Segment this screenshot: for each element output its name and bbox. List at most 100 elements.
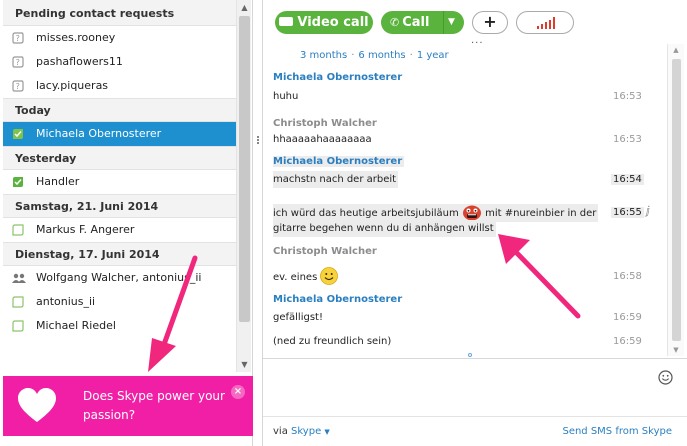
group-header-today: Today — [3, 98, 236, 122]
message-text: huhu — [273, 91, 299, 102]
online-status-icon — [12, 176, 24, 188]
chevron-down-icon: ▼ — [324, 428, 330, 436]
conversation-pane: Video call ✆ Call ▼ + ... 3 months · 6 mont… — [262, 0, 687, 446]
message-text: ev. eines — [273, 267, 339, 286]
chevron-down-icon[interactable]: ▼ — [448, 11, 455, 34]
offline-status-icon — [12, 296, 24, 308]
message-text: gefälligst! — [273, 312, 323, 323]
contact-name: pashaflowers11 — [36, 55, 123, 68]
via-prefix: via — [273, 426, 288, 437]
group-header-17-juni: Dienstag, 17. Juni 2014 — [3, 242, 236, 266]
scroll-down-arrow-icon[interactable]: ▼ — [668, 346, 684, 354]
message-sender: Michaela Obernosterer — [273, 294, 403, 305]
message-text-part: ev. eines — [273, 272, 318, 283]
message-text: (ned zu freundlich sein) — [273, 336, 392, 347]
call-toolbar: Video call ✆ Call ▼ + ... — [263, 0, 687, 46]
message-text-part: ich würd das heutige arbeitsjubiläum — [273, 208, 459, 219]
message-list: Michaela Obernosterer huhu 16:53 Christo… — [263, 68, 667, 357]
scrollbar-thumb[interactable] — [239, 16, 250, 322]
message-compose-area — [263, 358, 687, 416]
message-time: 16:59 — [613, 312, 642, 323]
contact-item-misses-rooney[interactable]: ? misses.rooney — [3, 26, 236, 50]
message-sender: Michaela Obernosterer — [273, 72, 403, 83]
contact-item-antonius-ii[interactable]: antonius_ii — [3, 290, 236, 314]
message-text: machstn nach der arbeit — [273, 171, 399, 188]
contact-item-handler[interactable]: Handler — [3, 170, 236, 194]
svg-text:?: ? — [16, 58, 20, 67]
contact-name: Michael Riedel — [36, 319, 116, 332]
close-icon[interactable]: × — [231, 385, 245, 399]
call-button[interactable]: ✆ Call ▼ — [381, 11, 464, 34]
contact-item-michael-riedel[interactable]: Michael Riedel — [3, 314, 236, 338]
group-header-yesterday: Yesterday — [3, 146, 236, 170]
message-time: 16:58 — [613, 271, 642, 282]
contacts-pane: Pending contact requests ? misses.rooney… — [0, 0, 253, 446]
contact-name: Wolfgang Walcher, antonius_ii — [36, 271, 202, 284]
edited-message-icon: ⅉ — [646, 204, 650, 217]
group-chat-icon — [12, 272, 26, 284]
group-header-21-juni: Samstag, 21. Juni 2014 — [3, 194, 236, 218]
contact-name: antonius_ii — [36, 295, 96, 308]
history-link-1-year[interactable]: 1 year — [417, 50, 449, 61]
conversation-footer: via Skype ▼ Send SMS from Skype — [263, 416, 687, 446]
call-quality-button[interactable] — [516, 11, 574, 34]
message-sender: Christoph Walcher — [273, 118, 377, 129]
contact-item-michaela-obernosterer[interactable]: Michaela Obernosterer — [3, 122, 236, 146]
more-options-icon[interactable]: ... — [471, 36, 484, 46]
video-call-button[interactable]: Video call — [275, 11, 373, 34]
call-label: Call — [402, 15, 430, 30]
contact-name: misses.rooney — [36, 31, 116, 44]
via-link-label: Skype — [291, 426, 322, 437]
via-skype-dropdown[interactable]: Skype ▼ — [291, 426, 330, 437]
group-header-pending: Pending contact requests — [3, 0, 236, 26]
contact-item-lacy-piqueras[interactable]: ? lacy.piqueras — [3, 74, 236, 98]
typing-indicator-icon — [468, 353, 472, 357]
history-link-6-months[interactable]: 6 months — [358, 50, 405, 61]
history-range-links: 3 months · 6 months · 1 year — [300, 50, 449, 61]
message-text-part: mit #nureinbier in der — [485, 208, 597, 219]
contact-list-scrollbar[interactable]: ▲ ▼ — [236, 0, 251, 372]
pending-contact-icon: ? — [12, 32, 24, 44]
message-sender: Christoph Walcher — [273, 246, 377, 257]
heart-icon — [18, 388, 56, 422]
add-participants-button[interactable]: + — [472, 11, 508, 34]
message-time: 16:53 — [613, 91, 642, 102]
contact-name: Handler — [36, 175, 80, 188]
video-camera-icon — [279, 17, 294, 26]
online-status-icon — [12, 128, 24, 140]
svg-text:?: ? — [16, 34, 20, 43]
message-time: 16:55 — [611, 207, 644, 218]
contact-list: Pending contact requests ? misses.rooney… — [3, 0, 236, 372]
scrollbar-thumb[interactable] — [672, 59, 681, 341]
message-text: hhaaaaahaaaaaaaa — [273, 134, 372, 145]
phone-icon: ✆ — [390, 16, 400, 29]
pending-contact-icon: ? — [12, 80, 24, 92]
message-input[interactable] — [275, 369, 655, 387]
message-sender: Michaela Obernosterer — [273, 156, 405, 167]
promo-banner[interactable]: Does Skype power your passion? × — [3, 376, 253, 436]
history-link-3-months[interactable]: 3 months — [300, 50, 347, 61]
send-sms-link[interactable]: Send SMS from Skype — [562, 426, 672, 437]
contact-name: lacy.piqueras — [36, 79, 109, 92]
emoticon-picker-icon[interactable] — [658, 370, 673, 385]
contact-item-group-chat[interactable]: Wolfgang Walcher, antonius_ii — [3, 266, 236, 290]
promo-text: Does Skype power your passion? — [83, 389, 225, 422]
contact-item-pashaflowers11[interactable]: ? pashaflowers11 — [3, 50, 236, 74]
video-call-label: Video call — [297, 15, 369, 30]
svg-text:?: ? — [16, 82, 20, 91]
scroll-up-arrow-icon[interactable]: ▲ — [668, 46, 684, 54]
message-text: gitarre begehen wenn du di anhängen will… — [273, 220, 496, 237]
conversation-scrollbar[interactable]: ▲ ▼ — [667, 44, 684, 356]
pending-contact-icon: ? — [12, 56, 24, 68]
contact-name: Michaela Obernosterer — [36, 127, 162, 140]
message-time: 16:53 — [613, 134, 642, 145]
angry-monster-emoticon-icon — [462, 204, 482, 221]
scroll-up-arrow-icon[interactable]: ▲ — [237, 0, 252, 15]
message-time: 16:59 — [613, 336, 642, 347]
message-time: 16:54 — [611, 174, 644, 185]
contact-item-markus-angerer[interactable]: Markus F. Angerer — [3, 218, 236, 242]
pane-splitter-handle[interactable] — [256, 135, 260, 147]
offline-status-icon — [12, 320, 24, 332]
scroll-down-arrow-icon[interactable]: ▼ — [237, 357, 252, 372]
via-label: via Skype ▼ — [273, 426, 330, 437]
